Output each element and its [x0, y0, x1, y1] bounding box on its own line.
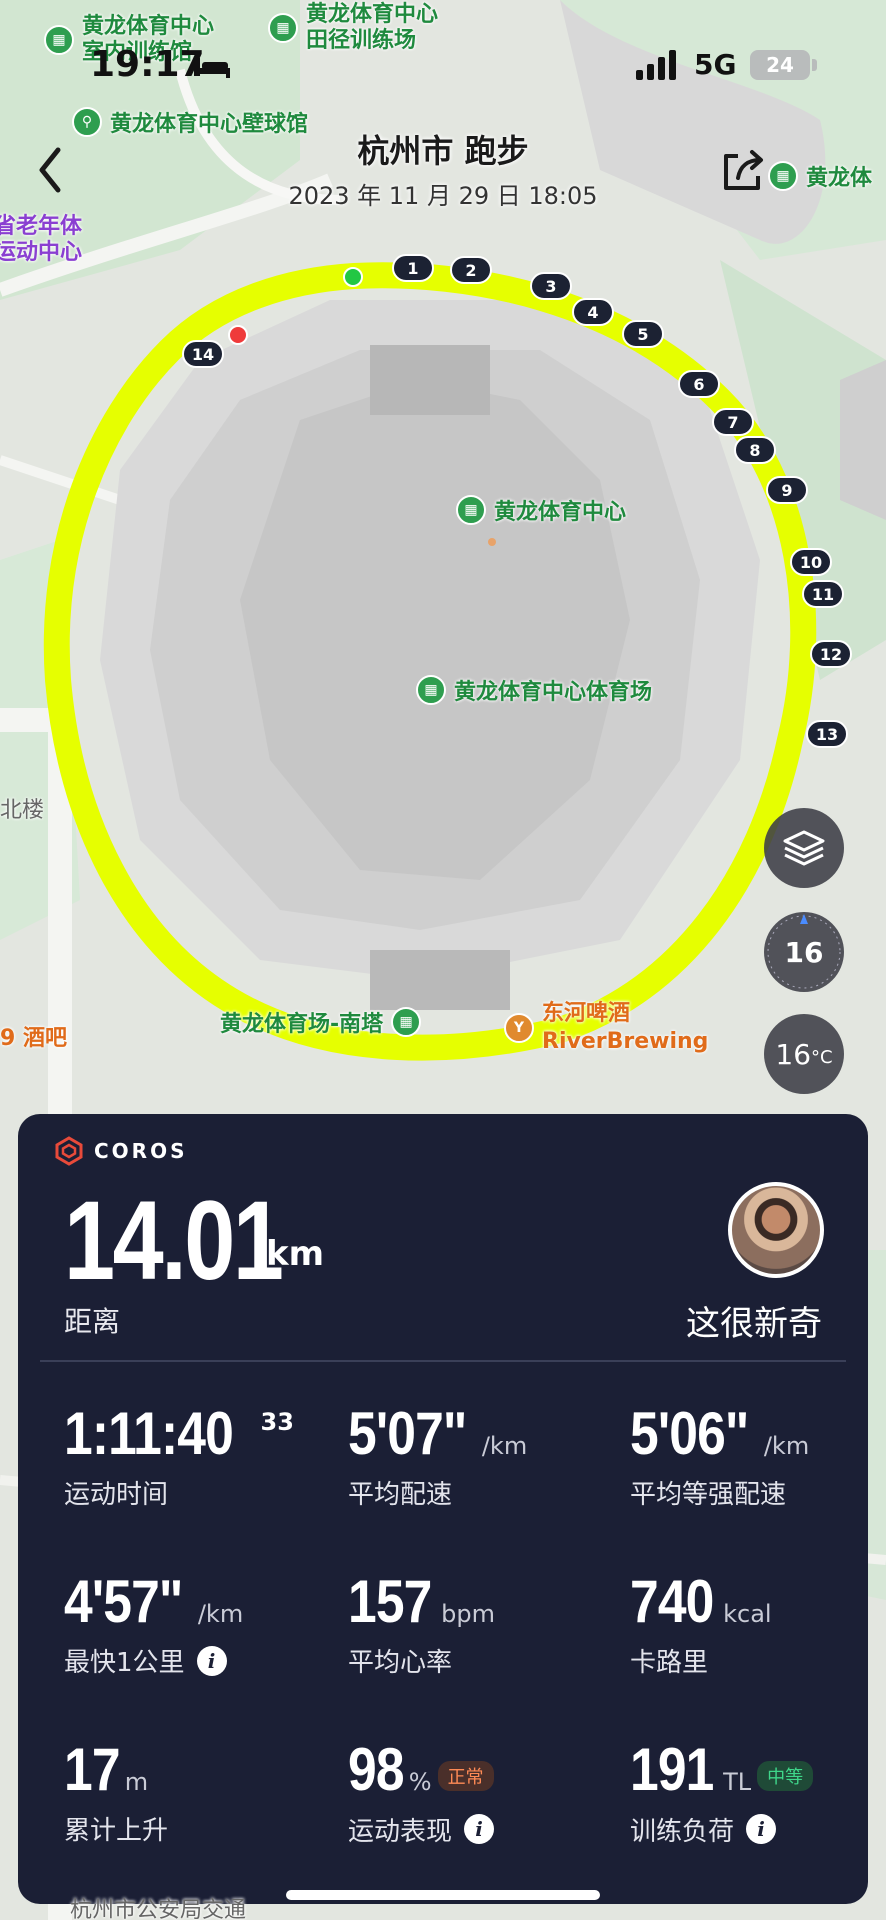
- poi-brewing[interactable]: Y 东河啤酒 RiverBrewing: [504, 1000, 708, 1056]
- km-marker[interactable]: 14: [182, 340, 224, 368]
- layers-icon: [783, 830, 825, 866]
- stat-label: 平均心率: [348, 1648, 453, 1678]
- distance-value: 14.01: [64, 1178, 284, 1303]
- km-marker[interactable]: 5: [622, 320, 664, 348]
- poi-sports-center[interactable]: ▦ 黄龙体育中心: [456, 494, 626, 526]
- status-badge: 正常: [437, 1760, 494, 1791]
- stat-value: 5'06": [630, 1400, 749, 1467]
- stat-unit: bpm: [441, 1600, 495, 1628]
- stat-value: 157: [348, 1568, 432, 1635]
- poi-north-building[interactable]: 北楼: [0, 792, 44, 824]
- stat-value: 1:11:40: [64, 1400, 234, 1467]
- poi-bar[interactable]: 9 酒吧: [0, 1020, 67, 1052]
- km-marker[interactable]: 7: [712, 408, 754, 436]
- home-indicator[interactable]: [286, 1890, 600, 1900]
- poi-elderly-center[interactable]: 省老年体 运动中心: [0, 214, 82, 266]
- stat-fastest-km: 4'57"/km 最快1公里 i: [64, 1572, 344, 1679]
- stat-elevation-gain: 17 m 累计上升: [64, 1740, 344, 1847]
- battery-tip: [812, 59, 817, 71]
- distance-unit: km: [266, 1234, 325, 1274]
- km-marker[interactable]: 4: [572, 298, 614, 326]
- stadium-icon: ▦: [391, 1007, 422, 1037]
- stadium-icon: ▦: [416, 675, 446, 705]
- stat-duration: 1:11:40 33 运动时间: [64, 1404, 344, 1511]
- stat-performance: 98% 正常 运动表现 i: [348, 1740, 628, 1848]
- stat-unit: /km: [763, 1432, 810, 1460]
- avatar[interactable]: [728, 1182, 824, 1278]
- stat-label: 平均等强配速: [630, 1480, 787, 1510]
- cellular-signal-icon: [636, 50, 676, 80]
- km-marker[interactable]: 13: [806, 720, 848, 748]
- stat-value: 740: [630, 1568, 714, 1635]
- compass-button[interactable]: 16: [764, 912, 844, 992]
- stadium-icon: ▦: [456, 495, 486, 525]
- poi-police-bureau[interactable]: 杭州市公安局交通: [70, 1892, 246, 1920]
- info-icon[interactable]: i: [464, 1814, 495, 1844]
- stat-avg-adjusted-pace: 5'06"/km 平均等强配速: [630, 1404, 886, 1511]
- stat-label: 运动表现: [348, 1816, 453, 1847]
- network-type: 5G: [694, 48, 737, 81]
- stat-label: 最快1公里: [64, 1648, 185, 1678]
- stat-unit: m: [124, 1768, 149, 1796]
- battery-icon: 24: [750, 50, 810, 80]
- distance-label: 距离: [64, 1305, 121, 1338]
- stat-label: 训练负荷: [630, 1816, 735, 1847]
- poi-south-tower[interactable]: 黄龙体育场-南塔 ▦: [220, 1006, 422, 1038]
- stat-unit: kcal: [723, 1600, 772, 1628]
- stat-value: 17: [64, 1736, 121, 1803]
- brand-logo: COROS: [54, 1136, 188, 1166]
- status-badge: 中等: [757, 1760, 814, 1791]
- status-time: 19:17: [90, 44, 205, 85]
- km-marker[interactable]: 9: [766, 476, 808, 504]
- status-bar: 19:17 5G 24: [0, 0, 886, 130]
- km-marker[interactable]: 11: [802, 580, 844, 608]
- stat-value: 5'07": [348, 1400, 467, 1467]
- stat-value: 191: [630, 1736, 714, 1803]
- km-marker[interactable]: 2: [450, 256, 492, 284]
- stat-value: 98: [348, 1736, 405, 1803]
- km-marker[interactable]: 8: [734, 436, 776, 464]
- sleep-focus-icon: [194, 58, 230, 78]
- activity-summary-card: COROS 14.01 km 距离 这很新奇 1:11:40 33 运动时间 5'…: [18, 1114, 868, 1904]
- cocktail-icon: Y: [504, 1013, 534, 1043]
- km-marker[interactable]: 6: [678, 370, 720, 398]
- brand-name: COROS: [94, 1139, 188, 1163]
- stat-avg-pace: 5'07"/km 平均配速: [348, 1404, 628, 1511]
- stat-unit: TL: [723, 1768, 752, 1796]
- coros-logo-icon: [55, 1136, 83, 1166]
- stat-calories: 740 kcal 卡路里: [630, 1572, 886, 1679]
- divider: [40, 1360, 846, 1362]
- map-layers-button[interactable]: [764, 808, 844, 888]
- stat-label: 卡路里: [630, 1648, 709, 1678]
- info-icon[interactable]: i: [196, 1645, 227, 1676]
- share-icon[interactable]: [718, 146, 768, 196]
- km-marker[interactable]: 1: [392, 254, 434, 282]
- compass-value: 16: [784, 935, 824, 969]
- km-marker[interactable]: 3: [530, 272, 572, 300]
- stat-centiseconds: 33: [260, 1408, 294, 1436]
- stat-unit: %: [408, 1768, 432, 1796]
- info-icon[interactable]: i: [746, 1814, 777, 1844]
- stat-unit: /km: [197, 1600, 244, 1628]
- stat-label: 累计上升: [64, 1816, 169, 1846]
- stat-value: 4'57": [64, 1568, 183, 1635]
- poi-stadium[interactable]: ▦ 黄龙体育中心体育场: [416, 674, 652, 706]
- stat-label: 平均配速: [348, 1480, 453, 1510]
- stat-unit: /km: [481, 1432, 528, 1460]
- temperature-button[interactable]: 16 °C: [764, 1014, 844, 1094]
- km-marker[interactable]: 10: [790, 548, 832, 576]
- stat-label: 运动时间: [64, 1480, 169, 1510]
- stat-avg-heart-rate: 157 bpm 平均心率: [348, 1572, 628, 1679]
- temperature-value: 16: [775, 1037, 812, 1071]
- username[interactable]: 这很新奇: [686, 1296, 822, 1345]
- temperature-unit: °C: [811, 1046, 833, 1068]
- stat-training-load: 191 TL 中等 训练负荷 i: [630, 1740, 886, 1848]
- km-marker[interactable]: 12: [810, 640, 852, 668]
